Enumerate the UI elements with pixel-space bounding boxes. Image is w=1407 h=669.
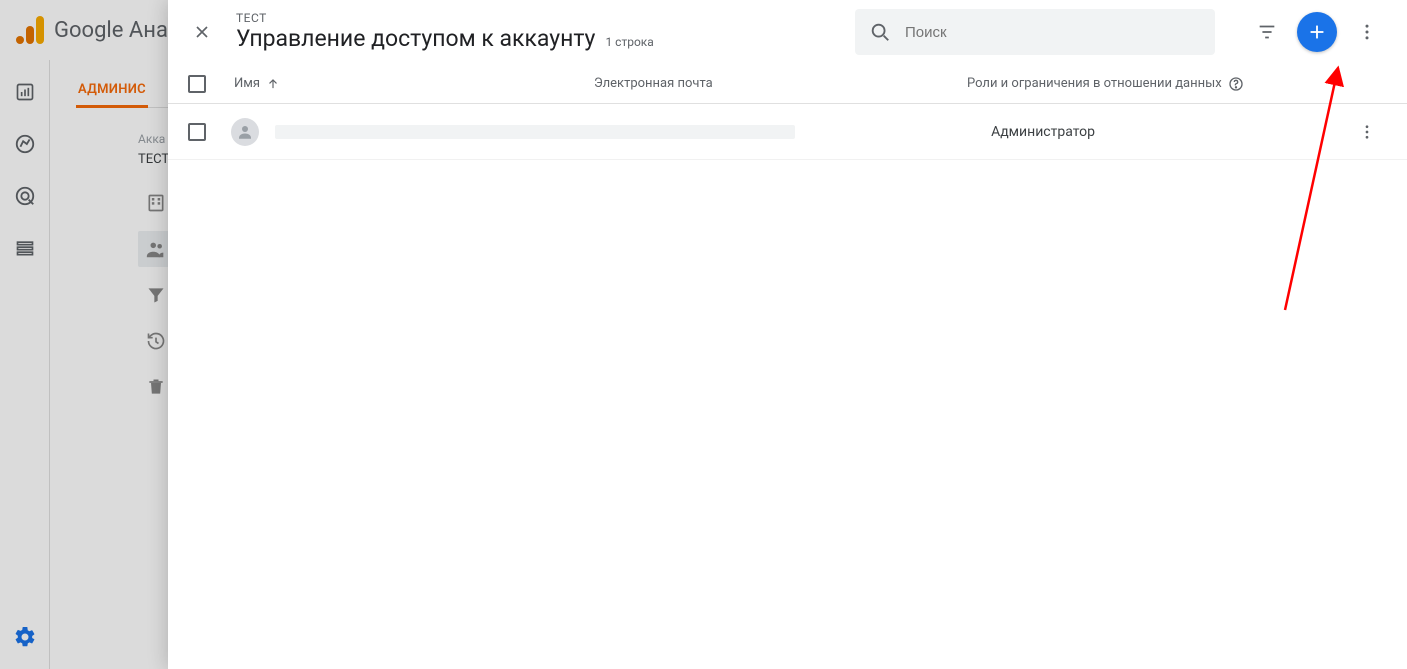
- advertising-icon[interactable]: [13, 184, 37, 208]
- panel-title: Управление доступом к аккаунту: [236, 25, 595, 53]
- table-header: Имя Электронная почта Роли и ограничения…: [168, 64, 1407, 104]
- access-management-panel: ТЕСТ Управление доступом к аккаунту 1 ст…: [168, 0, 1407, 669]
- select-all-checkbox[interactable]: [188, 75, 206, 93]
- sort-asc-icon: [266, 77, 280, 91]
- row-role: Администратор: [991, 124, 1347, 140]
- filter-button[interactable]: [1247, 12, 1287, 52]
- search-field[interactable]: [855, 9, 1215, 55]
- row-checkbox[interactable]: [188, 123, 206, 141]
- configure-icon[interactable]: [13, 236, 37, 260]
- panel-eyebrow: ТЕСТ: [236, 11, 654, 25]
- column-header-name[interactable]: Имя: [234, 76, 594, 91]
- column-email-label: Электронная почта: [594, 76, 713, 91]
- search-icon: [869, 21, 891, 43]
- search-input[interactable]: [905, 24, 1201, 41]
- column-header-roles[interactable]: Роли и ограничения в отношении данных: [967, 76, 1347, 92]
- row-count: 1 строка: [605, 35, 653, 49]
- tab-admin[interactable]: АДМИНИС: [76, 74, 148, 108]
- overflow-menu-button[interactable]: [1347, 12, 1387, 52]
- row-overflow-button[interactable]: [1347, 112, 1387, 152]
- admin-gear-icon[interactable]: [13, 625, 37, 649]
- reports-icon[interactable]: [13, 80, 37, 104]
- product-title: Google Анал: [54, 18, 181, 43]
- close-button[interactable]: [182, 12, 222, 52]
- left-nav: [0, 60, 50, 669]
- column-header-email[interactable]: Электронная почта: [594, 76, 967, 91]
- ga-logo-icon: [16, 16, 44, 44]
- explore-icon[interactable]: [13, 132, 37, 156]
- table-row[interactable]: Администратор: [168, 104, 1407, 160]
- help-icon[interactable]: [1228, 76, 1244, 92]
- column-roles-label: Роли и ограничения в отношении данных: [967, 76, 1222, 91]
- user-name-redacted: [275, 125, 795, 139]
- column-name-label: Имя: [234, 76, 260, 91]
- add-user-button[interactable]: [1297, 12, 1337, 52]
- avatar: [231, 118, 259, 146]
